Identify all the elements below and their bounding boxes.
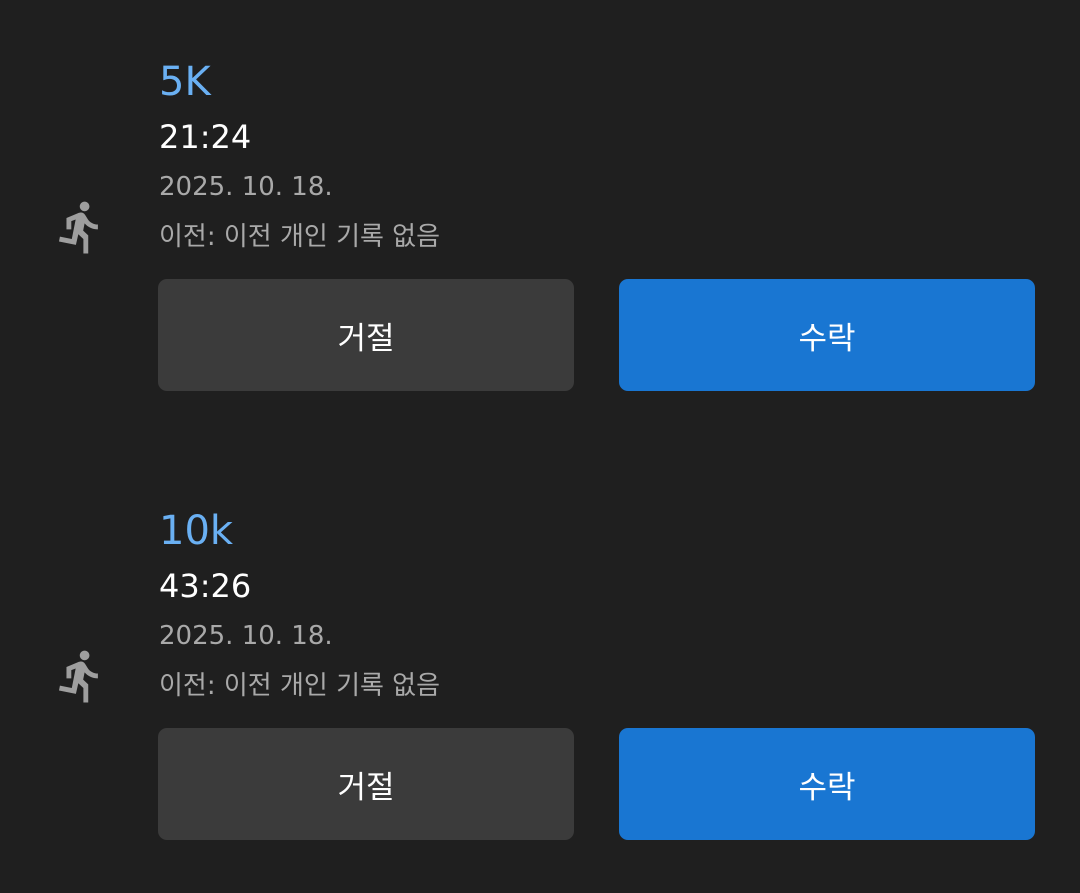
previous-record-text: 이전: 이전 개인 기록 없음 (159, 222, 441, 252)
previous-record-text: 이전: 이전 개인 기록 없음 (159, 671, 441, 701)
accept-button[interactable]: 수락 (619, 728, 1035, 840)
record-card: 5K 21:24 2025. 10. 18. 이전: 이전 개인 기록 없음 거… (0, 0, 1080, 400)
record-time: 21:24 (159, 118, 252, 156)
accept-button[interactable]: 수락 (619, 279, 1035, 391)
record-date: 2025. 10. 18. (159, 621, 333, 651)
running-person-icon (52, 198, 110, 256)
record-card: 10k 43:26 2025. 10. 18. 이전: 이전 개인 기록 없음 … (0, 449, 1080, 849)
record-time: 43:26 (159, 567, 252, 605)
distance-label: 10k (159, 508, 234, 554)
distance-label: 5K (159, 59, 211, 105)
reject-button[interactable]: 거절 (158, 279, 574, 391)
running-person-icon (52, 647, 110, 705)
record-date: 2025. 10. 18. (159, 172, 333, 202)
reject-button[interactable]: 거절 (158, 728, 574, 840)
